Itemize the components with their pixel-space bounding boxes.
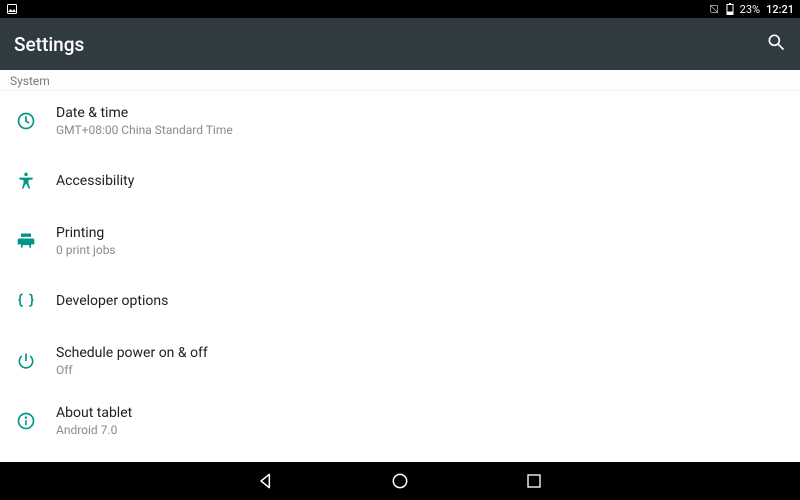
- item-title: Developer options: [56, 293, 168, 309]
- code-braces-icon: [16, 291, 56, 311]
- item-title: Date & time: [56, 105, 233, 121]
- status-bar: 23% 12:21: [0, 0, 800, 18]
- app-bar: Settings: [0, 18, 800, 70]
- no-sim-icon: [708, 3, 720, 15]
- info-icon: [16, 411, 56, 431]
- item-printing[interactable]: Printing 0 print jobs: [0, 211, 800, 271]
- clock: 12:21: [766, 3, 794, 16]
- settings-list: Date & time GMT+08:00 China Standard Tim…: [0, 91, 800, 451]
- print-icon: [16, 231, 56, 251]
- home-button[interactable]: [388, 469, 412, 493]
- recents-icon: [525, 472, 543, 490]
- home-icon: [390, 471, 410, 491]
- item-subtitle: Off: [56, 363, 208, 377]
- back-button[interactable]: [254, 469, 278, 493]
- navigation-bar: [0, 462, 800, 500]
- item-subtitle: GMT+08:00 China Standard Time: [56, 123, 233, 137]
- item-title: Schedule power on & off: [56, 345, 208, 361]
- power-icon: [16, 351, 56, 371]
- item-about-tablet[interactable]: About tablet Android 7.0: [0, 391, 800, 451]
- image-icon: [6, 3, 18, 15]
- recents-button[interactable]: [522, 469, 546, 493]
- battery-icon: [726, 3, 734, 15]
- status-left: [6, 3, 18, 15]
- item-subtitle: 0 print jobs: [56, 243, 116, 257]
- item-accessibility[interactable]: Accessibility: [0, 151, 800, 211]
- item-developer-options[interactable]: Developer options: [0, 271, 800, 331]
- search-icon: [766, 32, 786, 52]
- battery-percent: 23%: [740, 3, 760, 16]
- search-button[interactable]: [766, 32, 786, 56]
- item-title: Accessibility: [56, 173, 134, 189]
- item-schedule-power[interactable]: Schedule power on & off Off: [0, 331, 800, 391]
- item-subtitle: Android 7.0: [56, 423, 132, 437]
- item-title: Printing: [56, 225, 116, 241]
- back-icon: [256, 471, 276, 491]
- accessibility-icon: [16, 171, 56, 191]
- page-title: Settings: [14, 33, 84, 56]
- status-right: 23% 12:21: [708, 3, 794, 16]
- clock-icon: [16, 111, 56, 131]
- section-header-system: System: [0, 70, 800, 91]
- item-title: About tablet: [56, 405, 132, 421]
- item-date-time[interactable]: Date & time GMT+08:00 China Standard Tim…: [0, 91, 800, 151]
